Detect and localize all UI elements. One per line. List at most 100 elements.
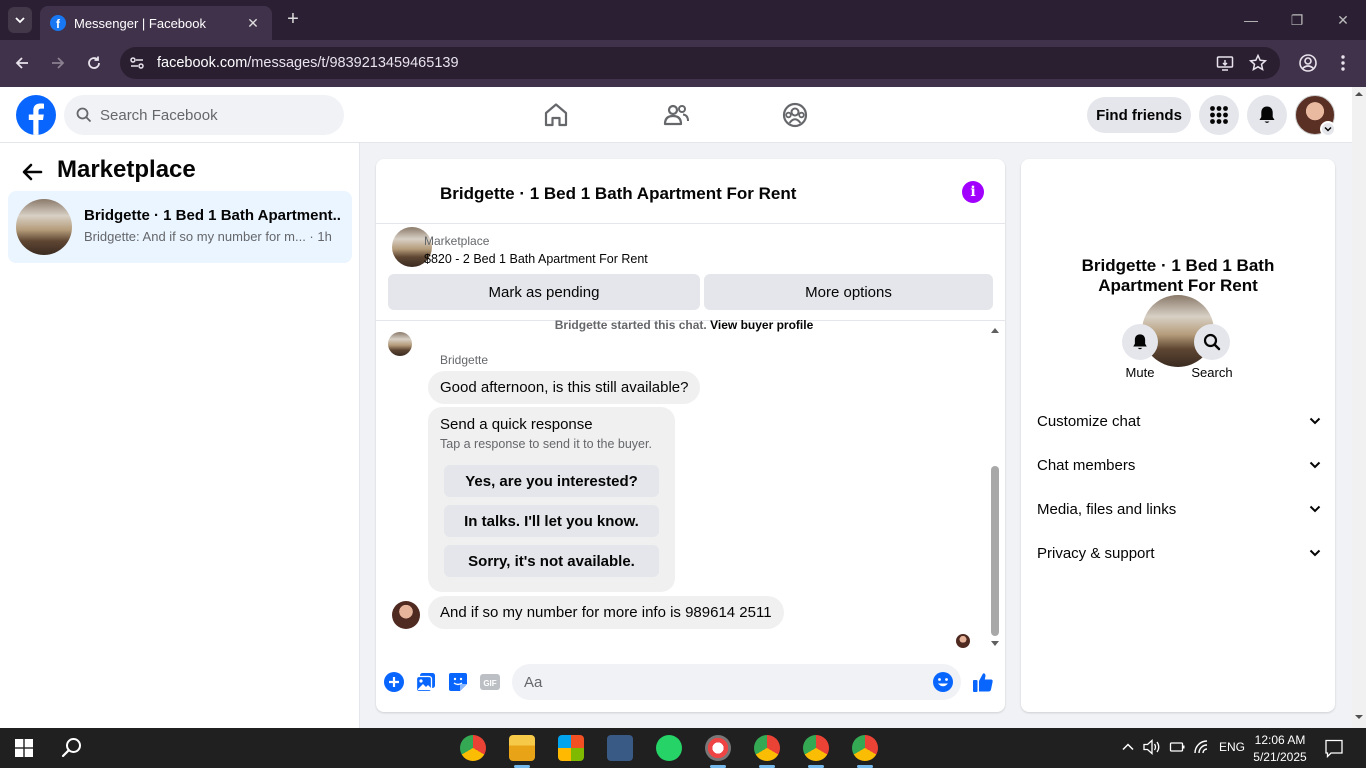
svg-text:GIF: GIF	[483, 679, 496, 688]
close-window-button[interactable]: ✕	[1320, 6, 1366, 34]
quick-response-in-talks-button[interactable]: In talks. I'll let you know.	[444, 505, 659, 537]
reload-button[interactable]	[80, 50, 108, 76]
facebook-search-input[interactable]	[100, 106, 320, 124]
search-in-chat-button[interactable]	[1194, 324, 1230, 360]
clock-time: 12:06 AM	[1254, 733, 1306, 747]
view-buyer-profile-link[interactable]: View buyer profile	[710, 318, 813, 332]
seen-receipt-avatar	[956, 634, 970, 648]
plus-circle-icon[interactable]	[383, 671, 405, 693]
home-nav-icon[interactable]	[541, 100, 571, 130]
account-menu-chevron-icon[interactable]	[1320, 121, 1336, 137]
maximize-button[interactable]: ❐	[1274, 6, 1320, 34]
wifi-icon[interactable]	[1193, 739, 1211, 755]
message-composer[interactable]	[512, 664, 961, 700]
menu-grid-button[interactable]	[1199, 95, 1239, 135]
quick-response-subtitle: Tap a response to send it to the buyer.	[440, 437, 652, 451]
message-input[interactable]	[524, 673, 924, 691]
snipping-tool-icon[interactable]	[705, 735, 731, 761]
page-scrollbar[interactable]	[1352, 87, 1366, 728]
emoji-icon[interactable]	[932, 671, 954, 693]
bookmark-star-icon[interactable]	[1249, 54, 1267, 72]
search-icon	[1203, 333, 1221, 351]
volume-icon[interactable]	[1143, 739, 1161, 755]
sticker-icon[interactable]	[447, 671, 469, 693]
mark-as-pending-button[interactable]: Mark as pending	[388, 274, 700, 310]
customize-chat-row[interactable]: Customize chat	[1037, 409, 1321, 433]
groups-nav-icon[interactable]	[780, 100, 810, 130]
panel-title: Marketplace	[57, 156, 196, 183]
profile-icon[interactable]	[1298, 53, 1318, 73]
mute-label: Mute	[1125, 365, 1155, 380]
message-bubble[interactable]: Good afternoon, is this still available?	[428, 371, 701, 404]
chrome-app-icon[interactable]	[460, 735, 486, 761]
reload-icon	[88, 56, 100, 69]
facebook-logo-icon[interactable]	[16, 95, 56, 135]
thumbs-up-icon[interactable]	[972, 671, 994, 693]
quick-response-yes-button[interactable]: Yes, are you interested?	[444, 465, 659, 497]
search-icon	[76, 107, 92, 123]
arrow-left-icon	[15, 57, 28, 69]
chrome-profile-icon[interactable]	[803, 735, 829, 761]
quick-response-title: Send a quick response	[440, 416, 593, 433]
notification-center-icon[interactable]	[1324, 738, 1344, 758]
mute-button[interactable]	[1122, 324, 1158, 360]
browser-tab-messenger[interactable]: f Messenger | Facebook ✕	[40, 6, 272, 40]
site-settings-icon[interactable]	[128, 54, 146, 72]
quick-response-not-available-button[interactable]: Sorry, it's not available.	[444, 545, 659, 577]
windows-taskbar	[0, 728, 1366, 768]
chevron-down-icon	[15, 17, 25, 24]
arrow-right-icon	[52, 57, 65, 69]
chrome-profile-icon[interactable]	[754, 735, 780, 761]
conversation-details-panel	[1021, 159, 1335, 712]
back-button[interactable]	[8, 50, 36, 76]
taskbar-search-icon[interactable]	[61, 736, 83, 758]
chevron-down-icon	[1309, 505, 1321, 513]
tab-close-icon[interactable]: ✕	[244, 15, 262, 32]
section-label: Chat members	[1037, 456, 1136, 474]
search-label: Search	[1191, 365, 1233, 380]
grid-icon	[1210, 106, 1228, 124]
chevron-down-icon	[1309, 549, 1321, 557]
file-explorer-icon[interactable]	[509, 735, 535, 761]
input-language[interactable]: ENG	[1219, 740, 1245, 754]
section-label: Media, files and links	[1037, 500, 1177, 518]
find-friends-button[interactable]: Find friends	[1087, 97, 1191, 133]
windows-start-icon[interactable]	[15, 739, 33, 757]
notifications-button[interactable]	[1247, 95, 1287, 135]
sender-avatar[interactable]	[392, 601, 420, 629]
url-text[interactable]: facebook.com/messages/t/9839213459465139	[157, 55, 459, 71]
install-app-icon[interactable]	[1216, 54, 1234, 72]
chat-scroll-thumb[interactable]	[991, 466, 999, 636]
gif-icon[interactable]: GIF	[479, 671, 501, 693]
message-bubble[interactable]: And if so my number for more info is 989…	[428, 596, 784, 629]
photo-icon[interactable]	[415, 671, 437, 693]
battery-icon[interactable]	[1168, 740, 1186, 754]
listing-thumbnail	[16, 199, 72, 255]
url-path: /messages/t/9839213459465139	[247, 55, 459, 71]
more-options-button[interactable]: More options	[704, 274, 993, 310]
media-files-links-row[interactable]: Media, files and links	[1037, 497, 1321, 521]
facebook-favicon-icon: f	[50, 15, 66, 31]
photoshop-app-icon[interactable]	[607, 735, 633, 761]
minimize-button[interactable]: —	[1228, 6, 1274, 34]
privacy-support-row[interactable]: Privacy & support	[1037, 541, 1321, 565]
listing-title[interactable]: $820 - 2 Bed 1 Bath Apartment For Rent	[424, 252, 648, 266]
info-icon[interactable]: i	[962, 181, 984, 203]
forward-button[interactable]	[44, 50, 72, 76]
whatsapp-icon[interactable]	[656, 735, 682, 761]
browser-menu-icon[interactable]	[1335, 53, 1351, 73]
show-hidden-icons-icon[interactable]	[1121, 740, 1135, 754]
chat-title[interactable]: Bridgette · 1 Bed 1 Bath Apartment For R…	[440, 184, 796, 204]
facebook-search-box[interactable]	[64, 95, 344, 135]
back-arrow-icon[interactable]	[20, 160, 44, 184]
friends-nav-icon[interactable]	[661, 100, 691, 130]
chevron-down-icon	[1309, 461, 1321, 469]
listing-small-thumbnail	[388, 332, 412, 356]
chrome-profile-icon[interactable]	[852, 735, 878, 761]
chat-members-row[interactable]: Chat members	[1037, 453, 1321, 477]
tab-search-button[interactable]	[8, 7, 32, 33]
conversation-name: Bridgette · 1 Bed 1 Bath Apartment...	[84, 207, 340, 224]
new-tab-button[interactable]: +	[282, 8, 304, 32]
system-clock[interactable]: 12:06 AM 5/21/2025	[1249, 732, 1311, 766]
microsoft-store-icon[interactable]	[558, 735, 584, 761]
